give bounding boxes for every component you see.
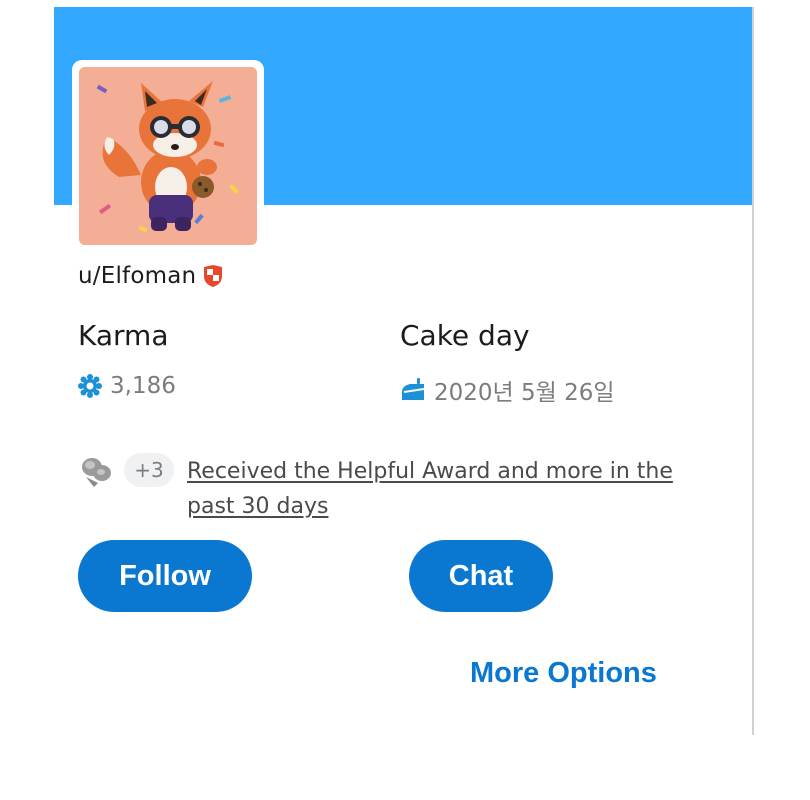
cake-day-value: 2020년 5월 26일 (434, 380, 615, 406)
more-options-button[interactable]: More Options (470, 657, 657, 690)
profile-card: u/Elfoman Karma 3,186 Cake day 2020년 5월 … (54, 7, 754, 735)
awards-link[interactable]: Received the Helpful Award and more in t… (187, 454, 722, 524)
karma-value-row: 3,186 (78, 373, 176, 399)
cake-day-value-row: 2020년 5월 26일 (400, 373, 615, 407)
chat-button[interactable]: Chat (409, 540, 553, 612)
karma-value: 3,186 (110, 373, 176, 399)
cake-day-label: Cake day (400, 319, 530, 352)
karma-flower-icon (78, 374, 102, 398)
trophy-award-icon (82, 458, 111, 487)
awards-count-badge: +3 (124, 453, 174, 487)
cake-icon (402, 378, 425, 400)
fox-avatar-icon (79, 67, 257, 245)
avatar[interactable] (72, 60, 264, 252)
username-row: u/Elfoman (78, 263, 224, 289)
username[interactable]: u/Elfoman (78, 263, 196, 289)
karma-label: Karma (78, 319, 169, 352)
follow-button[interactable]: Follow (78, 540, 252, 612)
shield-badge-icon (204, 265, 223, 287)
